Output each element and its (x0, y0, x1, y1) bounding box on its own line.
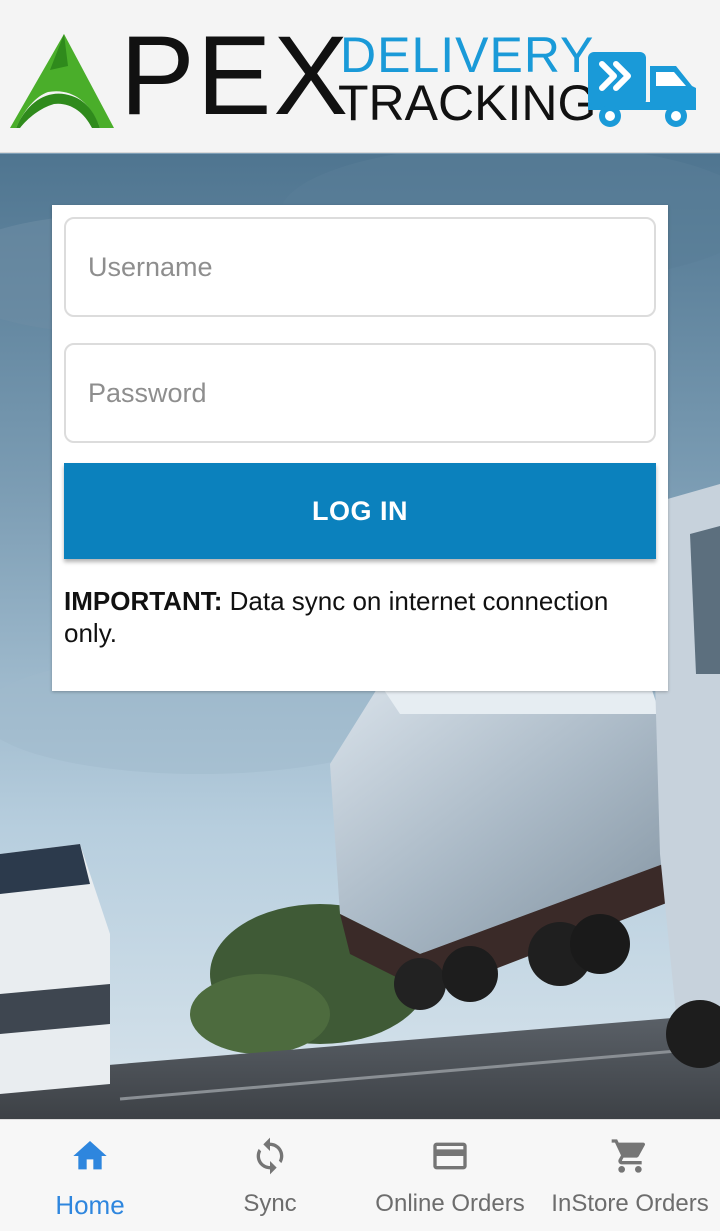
bottom-navigation: Home Sync Online Orders InStore Orders (0, 1119, 720, 1231)
nav-home-label: Home (55, 1190, 125, 1220)
home-icon (73, 1141, 107, 1170)
password-input[interactable] (64, 343, 656, 443)
login-button[interactable]: LOG IN (64, 463, 656, 559)
sync-icon (256, 1137, 284, 1175)
logo-tracking-text: TRACKING (338, 75, 597, 131)
nav-sync[interactable]: Sync (180, 1120, 360, 1231)
username-input[interactable] (64, 217, 656, 317)
app-header: PEX DELIVERY TRACKING (0, 0, 720, 153)
nav-online-orders-label: Online Orders (375, 1190, 525, 1217)
delivery-truck-icon (588, 52, 696, 127)
sync-notice: IMPORTANT: Data sync on internet connect… (64, 585, 660, 649)
logo-delivery-text: DELIVERY (340, 27, 595, 83)
apex-triangle-icon (10, 34, 114, 128)
nav-home[interactable]: Home (0, 1120, 180, 1231)
credit-card-icon (433, 1142, 467, 1170)
nav-sync-label: Sync (243, 1190, 297, 1217)
nav-instore-orders-label: InStore Orders (551, 1190, 709, 1217)
apex-logo: PEX DELIVERY TRACKING (10, 20, 710, 136)
nav-instore-orders[interactable]: InStore Orders (540, 1120, 720, 1231)
cart-icon (611, 1139, 646, 1173)
notice-label: IMPORTANT: (64, 586, 223, 616)
logo-apex-text: PEX (120, 13, 351, 138)
login-card: LOG IN IMPORTANT: Data sync on internet … (52, 205, 668, 691)
nav-online-orders[interactable]: Online Orders (360, 1120, 540, 1231)
